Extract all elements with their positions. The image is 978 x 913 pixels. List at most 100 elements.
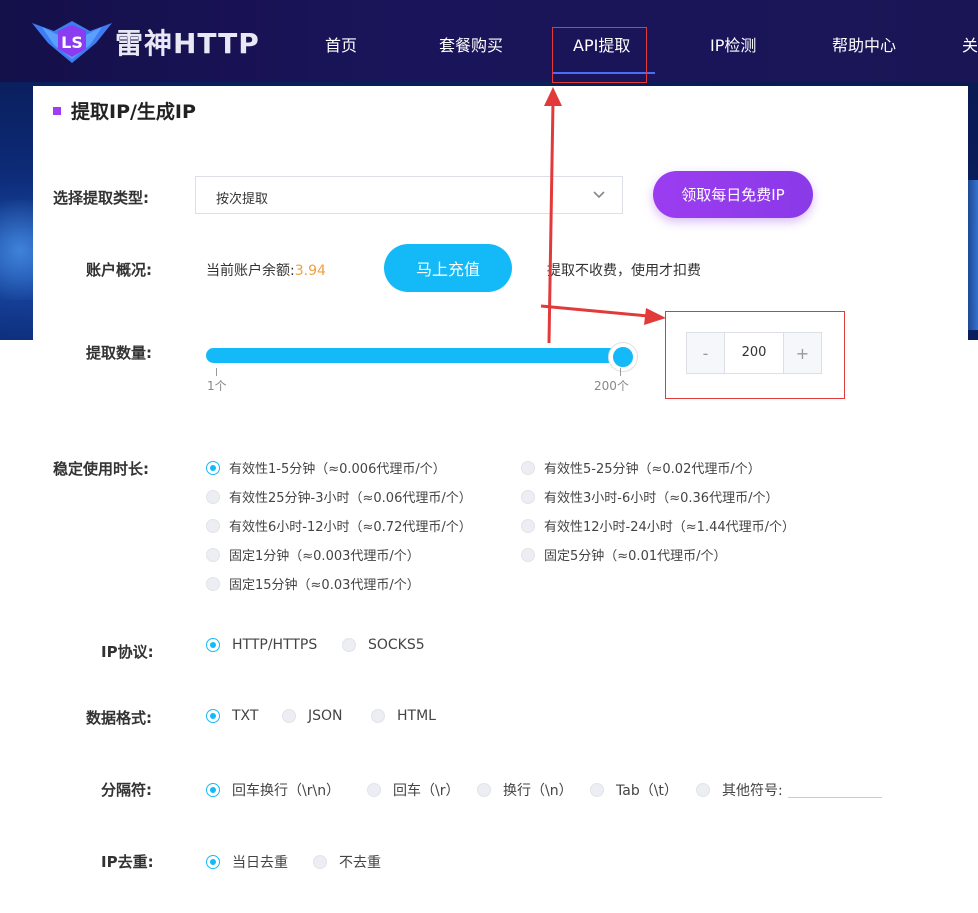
duration-option[interactable]: 有效性3小时-6小时（≈0.36代理币/个） bbox=[521, 487, 778, 506]
quantity-stepper: - 200 + bbox=[686, 332, 822, 374]
brand-name: 雷神HTTP bbox=[115, 27, 260, 60]
dedupe-option[interactable]: 当日去重 bbox=[206, 852, 288, 872]
logo-icon: LS bbox=[32, 21, 112, 63]
radio-checked-icon bbox=[206, 460, 220, 475]
duration-option[interactable]: 有效性25分钟-3小时（≈0.06代理币/个） bbox=[206, 487, 472, 506]
separator-option-label: 其他符号: bbox=[722, 783, 783, 799]
nav-ip-check[interactable]: IP检测 bbox=[710, 32, 756, 56]
duration-option-label: 有效性1-5分钟（≈0.006代理币/个） bbox=[229, 462, 446, 477]
radio-unchecked-icon bbox=[206, 518, 220, 533]
other-separator-input[interactable] bbox=[788, 797, 882, 798]
slider-max-tick bbox=[620, 368, 621, 376]
separator-option[interactable]: 回车（\r） bbox=[367, 780, 459, 800]
format-option[interactable]: JSON bbox=[282, 708, 343, 724]
slider-min-label: 1个 bbox=[207, 379, 227, 393]
duration-option-label: 固定15分钟（≈0.03代理币/个） bbox=[229, 578, 420, 593]
nav-help-center[interactable]: 帮助中心 bbox=[832, 32, 896, 56]
radio-unchecked-icon bbox=[477, 783, 491, 797]
radio-unchecked-icon bbox=[521, 547, 535, 562]
format-option[interactable]: TXT bbox=[206, 708, 258, 724]
duration-option-label: 有效性25分钟-3小时（≈0.06代理币/个） bbox=[229, 491, 472, 506]
radio-checked-icon bbox=[206, 709, 220, 723]
fee-note: 提取不收费，使用才扣费 bbox=[547, 263, 701, 279]
type-select[interactable]: 按次提取 bbox=[195, 176, 623, 214]
separator-option-label: 回车（\r） bbox=[393, 783, 460, 799]
nav-about[interactable]: 关 bbox=[962, 32, 978, 56]
slider-min-tick bbox=[216, 368, 217, 376]
radio-checked-icon bbox=[206, 638, 220, 652]
account-label: 账户概况: bbox=[86, 261, 152, 279]
dedupe-label: IP去重: bbox=[101, 853, 154, 871]
protocol-option[interactable]: SOCKS5 bbox=[342, 637, 425, 653]
radio-checked-icon bbox=[206, 783, 220, 797]
balance-text: 当前账户余额:3.94 bbox=[206, 260, 326, 280]
quantity-input[interactable]: 200 bbox=[725, 345, 783, 360]
radio-unchecked-icon bbox=[590, 783, 604, 797]
duration-option-label: 固定5分钟（≈0.01代理币/个） bbox=[544, 549, 727, 564]
title-marker-icon bbox=[53, 106, 61, 115]
format-option-label: TXT bbox=[232, 708, 259, 724]
dedupe-option[interactable]: 不去重 bbox=[313, 852, 381, 872]
radio-unchecked-icon bbox=[696, 783, 710, 797]
separator-option-label: 回车换行（\r\n） bbox=[232, 783, 341, 799]
dedupe-option-label: 不去重 bbox=[339, 855, 381, 871]
page-title: 提取IP/生成IP bbox=[53, 97, 196, 124]
balance-value: 3.94 bbox=[294, 263, 326, 279]
increment-button[interactable]: + bbox=[783, 333, 821, 373]
top-nav-bar: LS 雷神HTTP 首页 套餐购买 API提取 IP检测 帮助中心 关 bbox=[0, 0, 978, 82]
radio-unchecked-icon bbox=[206, 547, 220, 562]
quantity-label: 提取数量: bbox=[86, 344, 152, 362]
radio-unchecked-icon bbox=[206, 489, 220, 504]
radio-unchecked-icon bbox=[313, 855, 327, 869]
protocol-option-label: HTTP/HTTPS bbox=[232, 637, 318, 653]
duration-option-label: 固定1分钟（≈0.003代理币/个） bbox=[229, 549, 420, 564]
free-ip-button[interactable]: 领取每日免费IP bbox=[653, 171, 813, 218]
separator-option[interactable]: 换行（\n） bbox=[477, 780, 573, 800]
nav-home[interactable]: 首页 bbox=[325, 32, 357, 56]
duration-option[interactable]: 固定5分钟（≈0.01代理币/个） bbox=[521, 545, 727, 564]
radio-unchecked-icon bbox=[206, 576, 220, 591]
type-select-value: 按次提取 bbox=[216, 192, 269, 207]
annotation-highlight-nav bbox=[552, 27, 647, 83]
separator-option[interactable]: Tab（\t） bbox=[590, 780, 678, 800]
type-label: 选择提取类型: bbox=[53, 189, 149, 207]
radio-checked-icon bbox=[206, 855, 220, 869]
duration-option[interactable]: 有效性1-5分钟（≈0.006代理币/个） bbox=[206, 458, 446, 477]
protocol-option[interactable]: HTTP/HTTPS bbox=[206, 637, 317, 653]
duration-option[interactable]: 固定15分钟（≈0.03代理币/个） bbox=[206, 574, 420, 593]
recharge-button[interactable]: 马上充值 bbox=[384, 244, 512, 292]
radio-unchecked-icon bbox=[371, 709, 385, 723]
separator-option[interactable]: 回车换行（\r\n） bbox=[206, 780, 340, 800]
quantity-slider-track[interactable] bbox=[206, 348, 625, 363]
dedupe-option-label: 当日去重 bbox=[232, 855, 288, 871]
chevron-down-icon bbox=[593, 191, 605, 199]
radio-unchecked-icon bbox=[367, 783, 381, 797]
protocol-option-label: SOCKS5 bbox=[368, 637, 425, 653]
nav-packages[interactable]: 套餐购买 bbox=[439, 32, 503, 56]
radio-unchecked-icon bbox=[521, 460, 535, 475]
decrement-button[interactable]: - bbox=[687, 333, 725, 373]
separator-label: 分隔符: bbox=[101, 781, 152, 799]
radio-unchecked-icon bbox=[282, 709, 296, 723]
duration-option[interactable]: 有效性6小时-12小时（≈0.72代理币/个） bbox=[206, 516, 472, 535]
radio-unchecked-icon bbox=[342, 638, 356, 652]
duration-option-label: 有效性6小时-12小时（≈0.72代理币/个） bbox=[229, 520, 472, 535]
separator-option-label: 换行（\n） bbox=[503, 783, 573, 799]
radio-unchecked-icon bbox=[521, 518, 535, 533]
protocol-label: IP协议: bbox=[101, 643, 154, 661]
radio-unchecked-icon bbox=[521, 489, 535, 504]
quantity-slider-handle[interactable] bbox=[609, 343, 637, 371]
duration-option[interactable]: 有效性12小时-24小时（≈1.44代理币/个） bbox=[521, 516, 795, 535]
format-option-label: HTML bbox=[397, 708, 436, 724]
duration-option[interactable]: 固定1分钟（≈0.003代理币/个） bbox=[206, 545, 420, 564]
balance-prefix: 当前账户余额: bbox=[206, 263, 295, 279]
separator-option[interactable]: 其他符号: bbox=[696, 780, 783, 800]
svg-text:LS: LS bbox=[61, 33, 83, 52]
duration-option[interactable]: 有效性5-25分钟（≈0.02代理币/个） bbox=[521, 458, 761, 477]
format-option[interactable]: HTML bbox=[371, 708, 436, 724]
separator-option-label: Tab（\t） bbox=[616, 783, 678, 799]
duration-option-label: 有效性3小时-6小时（≈0.36代理币/个） bbox=[544, 491, 779, 506]
format-label: 数据格式: bbox=[86, 709, 152, 727]
page-title-text: 提取IP/生成IP bbox=[71, 101, 196, 123]
duration-label: 稳定使用时长: bbox=[53, 460, 149, 478]
